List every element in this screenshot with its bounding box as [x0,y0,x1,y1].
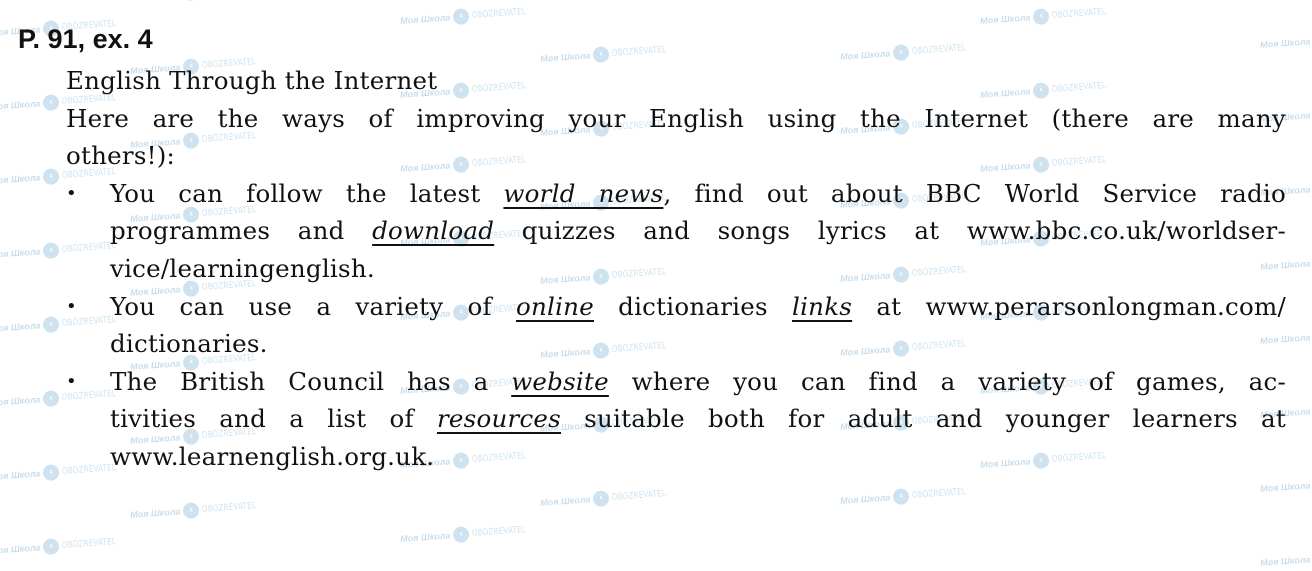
article-title: English Through the Internet [66,66,438,95]
text-segment: quizzes and songs lyrics at www.bbc.co.u… [494,216,1286,246]
textbook-page: P. 91, ex. 4 English Through the Interne… [0,0,1312,503]
list-item-dictionaries: • You can use a variety of online dictio… [66,288,1286,363]
list-item-line: dictionaries. [110,329,268,359]
text-segment: at www.perarsonlongman.com/ [852,291,1286,321]
watermark: Моя Школа‹OBOZREVATEL [400,521,541,547]
text-segment: You can use a variety of [110,291,516,321]
watermark: Моя Школа‹OBOZREVATEL [0,533,130,559]
watermark-school-label: Моя Школа [129,506,181,520]
intro-line-1: Here are the ways of improving your Engl… [66,103,1286,133]
text-segment: suitable both for adult and younger lear… [561,404,1286,434]
text-segment: , find out about BBC World Service radio [663,178,1286,208]
list-item-british-council: • The British Council has a website wher… [66,363,1286,476]
exercise-heading: P. 91, ex. 4 [18,24,153,54]
keyword-world-news: world news [503,178,664,208]
watermark-school-label: Моя Школа [399,530,451,544]
keyword-website: website [511,366,609,396]
text-segment: You can follow the latest [110,178,504,208]
list-item-bbc: • You can follow the latest world news, … [66,175,1286,288]
watermark: Моя Школа‹OBOZREVATEL [1260,545,1312,571]
keyword-resources: resources [436,404,562,434]
list-item-line: You can use a variety of online dictiona… [110,288,1286,326]
watermark-brand-label: OBOZREVATEL [471,525,527,539]
keyword-online: online [515,291,594,321]
list-item-line: The British Council has a website where … [110,363,1286,401]
list-item-line: www.learnenglish.org.uk. [110,441,435,471]
list-item-line: You can follow the latest world news, fi… [110,175,1286,213]
bullet-icon: • [66,295,77,317]
bullet-icon: • [66,182,77,204]
text-segment: where you can find a variety of games, a… [608,366,1286,396]
obozrevatel-logo-icon: ‹ [182,502,200,520]
intro-line-2: others!): [66,141,176,171]
keyword-links: links [792,291,853,321]
watermark-brand-label: OBOZREVATEL [201,501,257,515]
keyword-download: download [372,216,495,246]
text-segment: tivities and a list of [110,404,437,434]
watermark-school-label: Моя Школа [0,542,41,556]
text-segment: programmes and [110,216,373,246]
list-item-line: tivities and a list of resources suitabl… [110,400,1286,438]
obozrevatel-logo-icon: ‹ [452,526,470,544]
obozrevatel-logo-icon: ‹ [42,538,60,556]
exercise-text: English Through the Internet Here are th… [66,62,1286,476]
text-segment: The British Council has a [110,366,512,396]
watermark-brand-label: OBOZREVATEL [61,537,117,551]
text-segment: dictionaries [593,291,793,321]
list-item-line: programmes and download quizzes and song… [110,212,1286,250]
list-item-line: vice/learningenglish. [110,253,375,283]
watermark-school-label: Моя Школа [1259,554,1311,568]
ways-list: • You can follow the latest world news, … [66,175,1286,476]
bullet-icon: • [66,370,77,392]
